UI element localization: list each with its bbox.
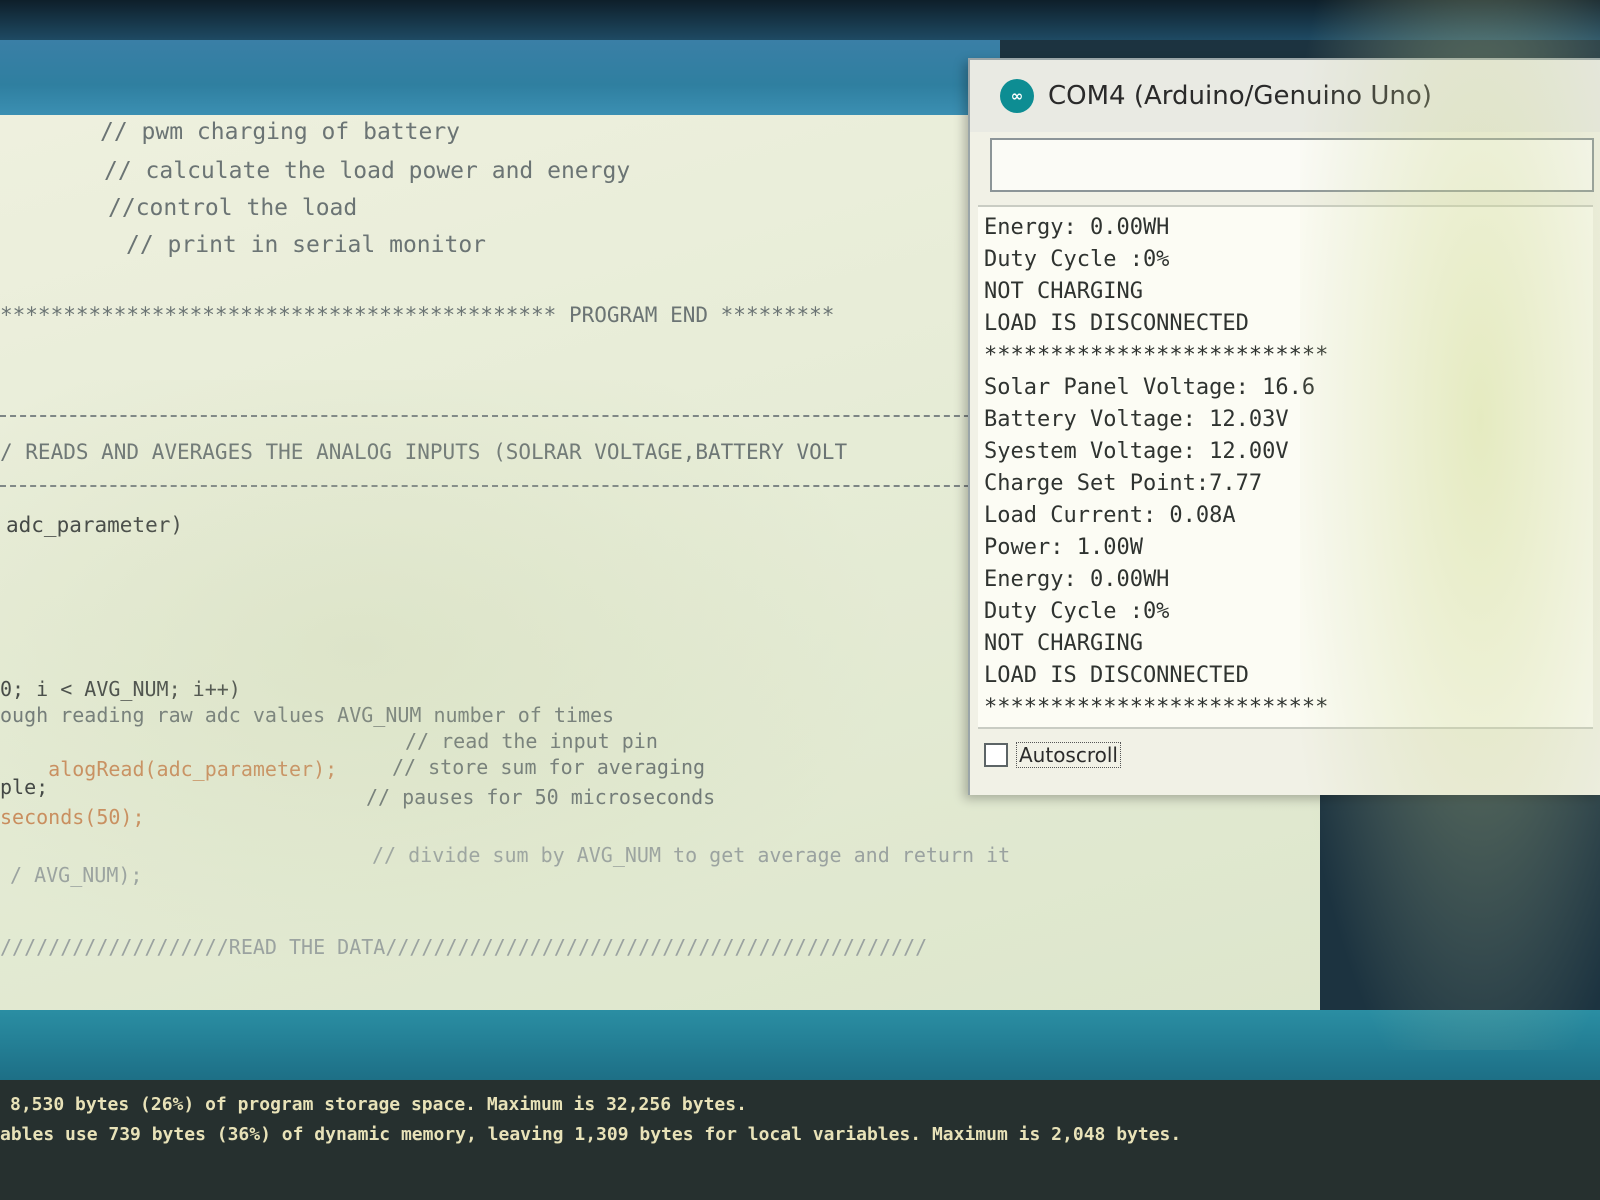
read-data-banner: ///////////////////READ THE DATA////////…	[0, 935, 928, 959]
sample-comment: // store sum for averaging	[392, 755, 706, 779]
serial-output-line: Duty Cycle :0%	[984, 247, 1170, 272]
serial-output-line: Energy: 0.00WH	[984, 567, 1170, 592]
loop-comment: ough reading raw adc values AVG_NUM numb…	[0, 703, 615, 727]
serial-output-line: Load Current: 0.08A	[984, 503, 1236, 528]
serial-output-line: LOAD IS DISCONNECTED	[984, 311, 1249, 336]
autoscroll-control[interactable]: Autoscroll	[984, 735, 1121, 775]
arduino-logo-icon: ∞	[1000, 79, 1034, 113]
serial-output-line: Energy: 0.00WH	[984, 215, 1170, 240]
analog-read-line: alogRead(adc_parameter);	[0, 733, 337, 805]
serial-output-line: LOAD IS DISCONNECTED	[984, 663, 1249, 688]
autoscroll-checkbox[interactable]	[984, 743, 1008, 767]
serial-send-input[interactable]	[990, 138, 1594, 192]
delay-line: seconds(50);	[0, 805, 145, 829]
serial-output-line: NOT CHARGING	[984, 279, 1143, 304]
serial-output-line: **************************	[984, 695, 1329, 720]
console-line: ables use 739 bytes (36%) of dynamic mem…	[0, 1124, 1182, 1145]
ide-toolbar	[0, 40, 1000, 115]
sample-line: ple;	[0, 775, 49, 799]
compiler-console: 8,530 bytes (26%) of program storage spa…	[0, 1080, 1600, 1200]
code-comment-line: // pwm charging of battery	[100, 119, 461, 145]
ide-status-bar	[0, 1010, 1600, 1080]
serial-output-line: NOT CHARGING	[984, 631, 1143, 656]
console-line: 8,530 bytes (26%) of program storage spa…	[10, 1094, 747, 1115]
section-divider	[0, 415, 980, 417]
serial-output-line: Duty Cycle :0%	[984, 599, 1170, 624]
autoscroll-label[interactable]: Autoscroll	[1016, 742, 1121, 768]
average-comment: // divide sum by AVG_NUM to get average …	[372, 843, 1011, 867]
analog-read-comment: // read the input pin	[405, 729, 658, 753]
serial-output-line: Syestem Voltage: 12.00V	[984, 439, 1289, 464]
average-line: / AVG_NUM);	[10, 863, 143, 887]
window-title: COM4 (Arduino/Genuino Uno)	[1048, 81, 1432, 111]
serial-output-line: Battery Voltage: 12.03V	[984, 407, 1289, 432]
delay-comment: // pauses for 50 microseconds	[366, 785, 716, 809]
serial-output-line: Solar Panel Voltage: 16.6	[984, 375, 1316, 400]
screen-bezel	[0, 0, 1600, 40]
serial-output-line: Power: 1.00W	[984, 535, 1143, 560]
serial-monitor-window[interactable]: ∞ COM4 (Arduino/Genuino Uno) Energy: 0.0…	[968, 58, 1600, 795]
function-signature: adc_parameter)	[6, 513, 184, 537]
code-comment-line: // print in serial monitor	[126, 232, 487, 258]
section-divider	[0, 485, 980, 487]
serial-output-line: **************************	[984, 343, 1329, 368]
code-comment-line: // calculate the load power and energy	[104, 158, 631, 184]
program-end-banner: ****************************************…	[0, 303, 835, 327]
code-comment-line: //control the load	[108, 195, 358, 221]
serial-monitor-titlebar[interactable]: ∞ COM4 (Arduino/Genuino Uno)	[970, 60, 1600, 132]
analog-read-call: alogRead(adc_parameter);	[48, 757, 338, 781]
section-header-comment: / READS AND AVERAGES THE ANALOG INPUTS (…	[0, 440, 848, 464]
for-loop-line: 0; i < AVG_NUM; i++)	[0, 677, 241, 701]
serial-output-area[interactable]: Energy: 0.00WH Duty Cycle :0% NOT CHARGING…	[978, 205, 1593, 729]
serial-output-line: Charge Set Point:7.77	[984, 471, 1263, 496]
